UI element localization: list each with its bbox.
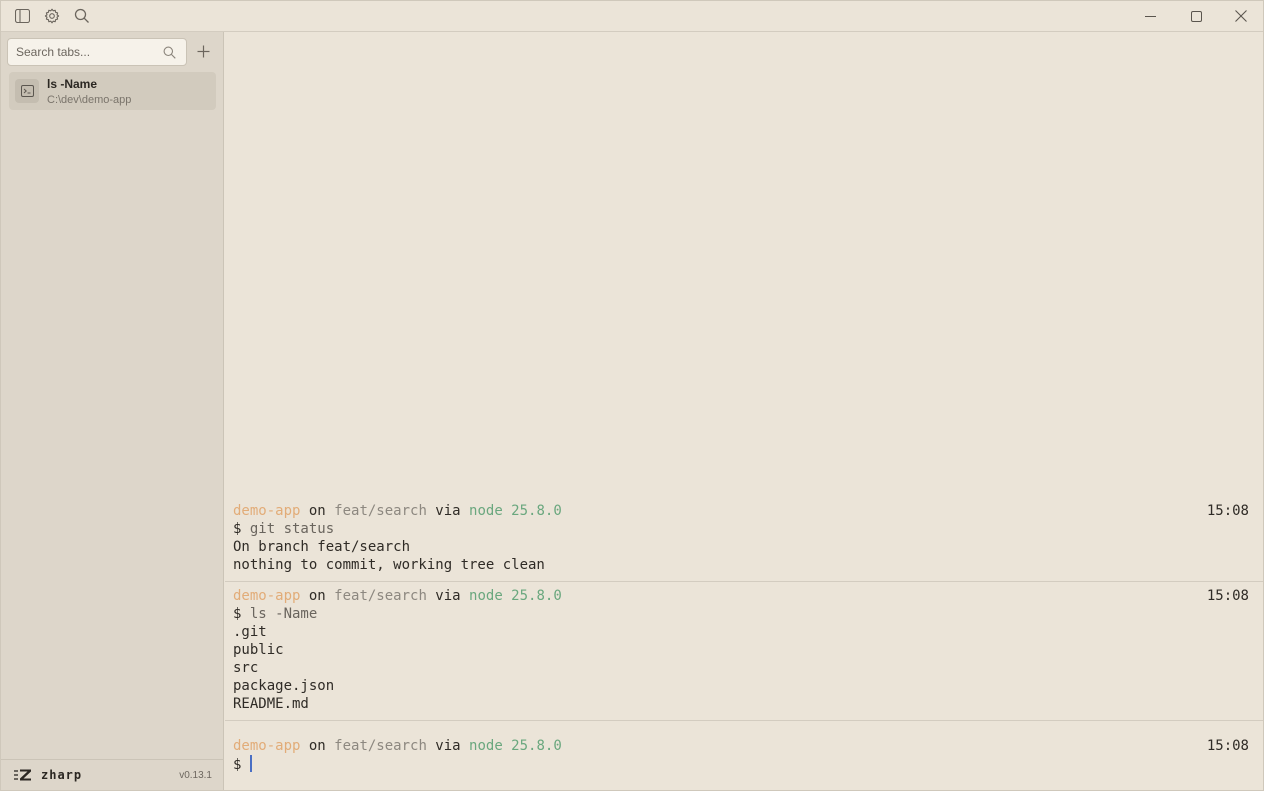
- terminal-area[interactable]: demo-app on feat/search via node 25.8.0 …: [225, 32, 1263, 790]
- text-cursor: [249, 755, 252, 772]
- prompt-branch: feat/search: [334, 738, 427, 754]
- prompt-line: demo-app on feat/search via node 25.8.0: [233, 587, 562, 605]
- new-tab-button[interactable]: [194, 42, 212, 60]
- output-line: src: [233, 660, 259, 676]
- prompt-symbol: $: [233, 606, 250, 622]
- prompt-node: node 25.8.0: [469, 588, 562, 604]
- output-line: .git: [233, 624, 267, 640]
- tab-item[interactable]: ls -Name C:\dev\demo-app: [9, 72, 216, 110]
- logo-icon: [14, 769, 31, 781]
- prompt-line: demo-app on feat/search via node 25.8.0: [233, 502, 562, 520]
- command-line: $ git status: [233, 520, 334, 538]
- version-label: v0.13.1: [179, 770, 212, 781]
- command-block[interactable]: demo-app on feat/search via node 25.8.0 …: [225, 583, 1263, 721]
- prompt-branch: feat/search: [334, 503, 427, 519]
- prompt-dir: demo-app: [233, 738, 301, 754]
- output-line: public: [233, 642, 284, 658]
- plus-icon: [197, 45, 209, 57]
- maximize-button[interactable]: [1173, 1, 1219, 31]
- prompt-via: via: [426, 588, 470, 604]
- prompt-via: via: [426, 738, 470, 754]
- sidebar-footer: zharp v0.13.1: [1, 759, 223, 790]
- search-tabs-input[interactable]: [8, 39, 158, 65]
- prompt-on: on: [300, 503, 335, 519]
- prompt-symbol: $: [233, 757, 250, 773]
- sidebar: ls -Name C:\dev\demo-app zharp v0.13.1: [1, 32, 224, 790]
- terminal-icon: [15, 79, 39, 103]
- command-text: ls -Name: [249, 606, 318, 622]
- prompt-node: node 25.8.0: [469, 738, 562, 754]
- prompt-dir: demo-app: [233, 503, 301, 519]
- prompt-node: node 25.8.0: [469, 503, 562, 519]
- timestamp: 15:08: [1206, 738, 1249, 754]
- command-line: $ ls -Name: [233, 605, 317, 623]
- minimize-button[interactable]: [1127, 1, 1173, 31]
- app-window: ls -Name C:\dev\demo-app zharp v0.13.1 d…: [0, 0, 1264, 791]
- tab-path: C:\dev\demo-app: [47, 94, 132, 106]
- prompt-via: via: [426, 503, 470, 519]
- output-line: On branch feat/search: [233, 539, 411, 555]
- search-icon[interactable]: [73, 7, 91, 25]
- timestamp: 15:08: [1206, 588, 1249, 604]
- prompt-branch: feat/search: [334, 588, 427, 604]
- minimize-icon: [1144, 15, 1156, 17]
- prompt-line: demo-app on feat/search via node 25.8.0: [233, 737, 562, 755]
- command-text: git status: [249, 521, 335, 537]
- settings-icon[interactable]: [43, 7, 61, 25]
- timestamp: 15:08: [1206, 503, 1249, 519]
- title-bar: [1, 1, 1263, 32]
- output-line: nothing to commit, working tree clean: [233, 557, 545, 573]
- close-icon: [1235, 10, 1247, 22]
- prompt-on: on: [300, 738, 335, 754]
- sidebar-toggle-icon[interactable]: [13, 7, 31, 25]
- output-line: package.json: [233, 678, 335, 694]
- command-block[interactable]: demo-app on feat/search via node 25.8.0 …: [225, 498, 1263, 582]
- close-button[interactable]: [1218, 1, 1264, 31]
- prompt-on: on: [300, 588, 335, 604]
- app-name: zharp: [41, 768, 83, 782]
- prompt-dir: demo-app: [233, 588, 301, 604]
- tab-title: ls -Name: [47, 77, 98, 91]
- search-icon[interactable]: [163, 46, 176, 59]
- input-line[interactable]: $: [233, 755, 252, 773]
- current-prompt-block[interactable]: demo-app on feat/search via node 25.8.0 …: [225, 722, 1263, 788]
- output-line: README.md: [233, 696, 309, 712]
- search-tabs-box: [7, 38, 187, 66]
- prompt-symbol: $: [233, 521, 250, 537]
- maximize-icon: [1190, 10, 1202, 22]
